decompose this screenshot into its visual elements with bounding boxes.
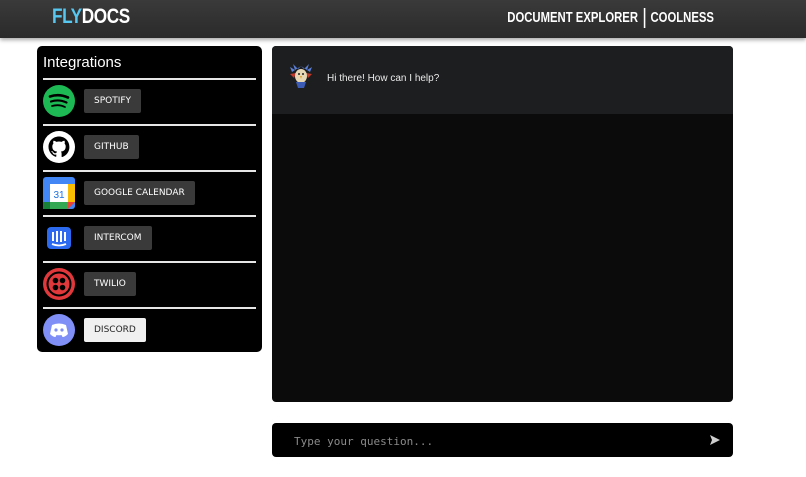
divider: [43, 170, 256, 172]
send-icon[interactable]: [709, 434, 721, 446]
question-input[interactable]: [292, 423, 696, 459]
nav-document-explorer[interactable]: DOCUMENT EXPLORER: [507, 10, 638, 26]
integration-row-google-calendar: 31 GOOGLE CALENDAR: [43, 174, 256, 214]
divider: [43, 261, 256, 263]
divider: [43, 307, 256, 309]
header-nav: DOCUMENT EXPLORER COOLNESS: [507, 8, 714, 28]
nav-separator: [643, 8, 646, 28]
chat-window: Hi there! How can I help?: [272, 46, 733, 402]
logo-fly-text: FLY: [52, 5, 82, 28]
integration-row-spotify: SPOTIFY: [43, 82, 256, 122]
discord-icon: [43, 314, 75, 346]
google-calendar-icon: 31: [43, 177, 75, 209]
twilio-icon: [43, 268, 75, 300]
intercom-icon: [47, 227, 71, 249]
intercom-button[interactable]: INTERCOM: [84, 226, 152, 250]
divider: [43, 215, 256, 217]
google-calendar-button[interactable]: GOOGLE CALENDAR: [84, 181, 195, 205]
discord-button[interactable]: DISCORD: [84, 318, 146, 342]
github-button[interactable]: GITHUB: [84, 135, 139, 159]
question-input-bar: [272, 423, 733, 459]
divider: [43, 124, 256, 126]
integration-row-intercom: INTERCOM: [43, 219, 256, 259]
integration-row-github: GITHUB: [43, 128, 256, 168]
eagle-avatar-icon: [290, 64, 312, 88]
calendar-day-number: 31: [53, 190, 65, 201]
integrations-panel: Integrations SPOTIFY GITHUB 31 GOOGLE CA…: [37, 46, 262, 352]
nav-coolness[interactable]: COOLNESS: [651, 10, 714, 26]
github-icon: [43, 131, 75, 163]
logo-docs-text: DOCS: [81, 5, 131, 28]
spotify-button[interactable]: SPOTIFY: [84, 89, 142, 113]
spotify-icon: [43, 85, 75, 117]
divider: [43, 78, 256, 80]
flydocs-logo[interactable]: FLYDOCS: [52, 5, 130, 29]
bot-greeting-text: Hi there! How can I help?: [327, 73, 440, 84]
top-navigation-bar: FLYDOCS DOCUMENT EXPLORER COOLNESS: [0, 0, 806, 38]
twilio-button[interactable]: TWILIO: [84, 272, 136, 296]
integrations-title: Integrations: [43, 54, 122, 71]
integration-row-discord: DISCORD: [43, 311, 256, 351]
chat-message-bot: Hi there! How can I help?: [272, 46, 733, 114]
integration-row-twilio: TWILIO: [43, 265, 256, 305]
